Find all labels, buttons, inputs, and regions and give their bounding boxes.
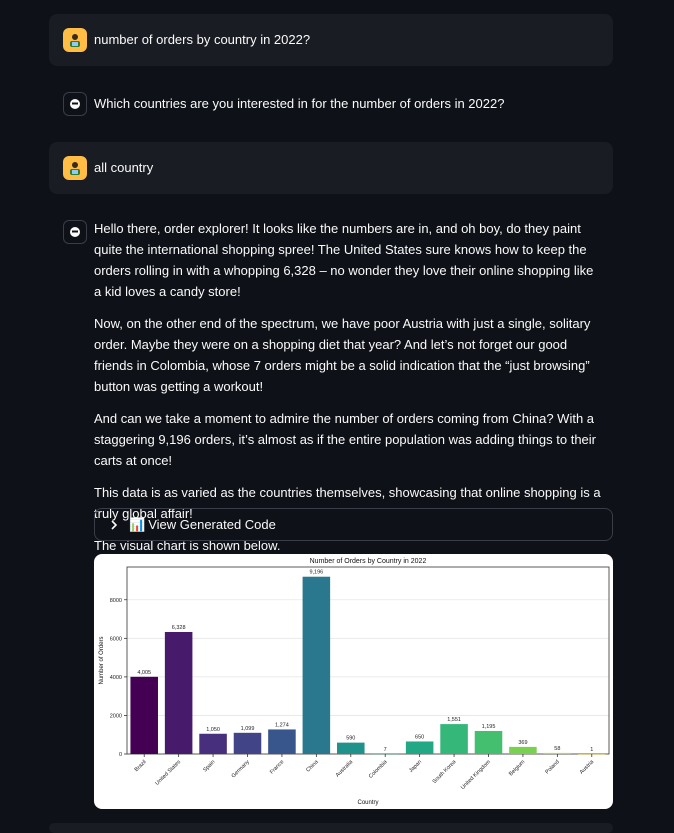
user-avatar-icon (63, 28, 87, 52)
bar-value-label: 650 (415, 734, 424, 740)
chat-message-user: all country (49, 142, 613, 194)
message-text: all country (94, 157, 601, 178)
chart-bar (130, 677, 158, 754)
view-code-expander[interactable]: 📊 View Generated Code (94, 508, 613, 541)
message-text: Which countries are you interested in fo… (94, 93, 601, 114)
bar-value-label: 1,274 (275, 722, 289, 728)
x-tick-label: Australia (335, 759, 355, 779)
chat-message-assistant: Which countries are you interested in fo… (49, 80, 613, 128)
bot-avatar-icon (63, 220, 87, 244)
message-paragraph: And can we take a moment to admire the n… (94, 408, 601, 471)
chart-bar (268, 729, 296, 754)
chart-bar (165, 632, 193, 754)
chart-bar (337, 743, 365, 754)
x-tick-label: Poland (544, 759, 560, 775)
bar-value-label: 590 (346, 736, 355, 742)
x-tick-label: China (305, 759, 320, 774)
expander-label: View Generated Code (148, 517, 276, 532)
bar-value-label: 58 (554, 746, 560, 752)
x-tick-label: Austria (579, 759, 596, 776)
chart-bar (234, 733, 262, 754)
x-tick-label: South Korea (432, 759, 459, 786)
x-tick-label: United States (154, 759, 182, 787)
user-avatar-icon (63, 156, 87, 180)
y-tick-label: 6000 (110, 636, 122, 642)
x-tick-label: Spain (202, 759, 216, 773)
message-paragraph: Hello there, order explorer! It looks li… (94, 218, 601, 302)
x-tick-label: Germany (231, 759, 251, 779)
x-tick-label: France (269, 759, 285, 775)
chart-image: 0 2000 4000 6000 8000 4,005 Brazil 6,328 United … (94, 554, 613, 809)
x-tick-label: United Kingdom (460, 759, 492, 791)
message-text: number of orders by country in 2022? (94, 29, 601, 50)
chart-bar (509, 747, 537, 754)
chart-icon: 📊 (129, 517, 145, 533)
x-axis-label: Country (357, 800, 378, 806)
message-paragraph: Now, on the other end of the spectrum, w… (94, 313, 601, 397)
y-tick-label: 0 (119, 752, 122, 758)
chart-bar (303, 577, 331, 754)
chevron-right-icon (109, 520, 121, 530)
x-tick-label: Japan (408, 759, 423, 774)
chart-bar (440, 724, 468, 754)
y-tick-label: 2000 (110, 713, 122, 719)
chat-message-user: number of orders by country in 2022? (49, 14, 613, 66)
bar-value-label: 1,099 (241, 726, 255, 732)
chart-title: Number of Orders by Country in 2022 (310, 558, 427, 565)
bar-value-label: 1 (590, 747, 593, 753)
x-tick-label: Belgium (508, 759, 527, 778)
x-tick-label: Brazil (134, 759, 148, 773)
bar-value-label: 4,005 (137, 670, 151, 676)
chart-plot-frame (127, 567, 609, 754)
y-axis-label: Number of Orders (99, 636, 105, 684)
x-tick-label: Colombia (368, 759, 389, 780)
chat-message-assistant: Hello there, order explorer! It looks li… (49, 208, 613, 498)
bar-value-label: 6,328 (172, 625, 186, 631)
bar-value-label: 1,195 (482, 724, 496, 730)
bot-avatar-icon (63, 92, 87, 116)
bar-chart: 0 2000 4000 6000 8000 4,005 Brazil 6,328 United … (94, 554, 613, 809)
bar-value-label: 7 (384, 747, 387, 753)
chat-input-bar[interactable] (49, 823, 613, 833)
chart-bar (406, 741, 434, 754)
y-tick-label: 8000 (110, 598, 122, 604)
bar-value-label: 369 (518, 740, 527, 746)
y-tick-label: 4000 (110, 675, 122, 681)
bar-value-label: 9,196 (309, 570, 323, 576)
chart-bar (544, 753, 572, 754)
chart-bar (199, 734, 227, 754)
bar-value-label: 1,551 (447, 717, 461, 723)
bar-value-label: 1,050 (206, 727, 220, 733)
chart-bar (475, 731, 503, 754)
